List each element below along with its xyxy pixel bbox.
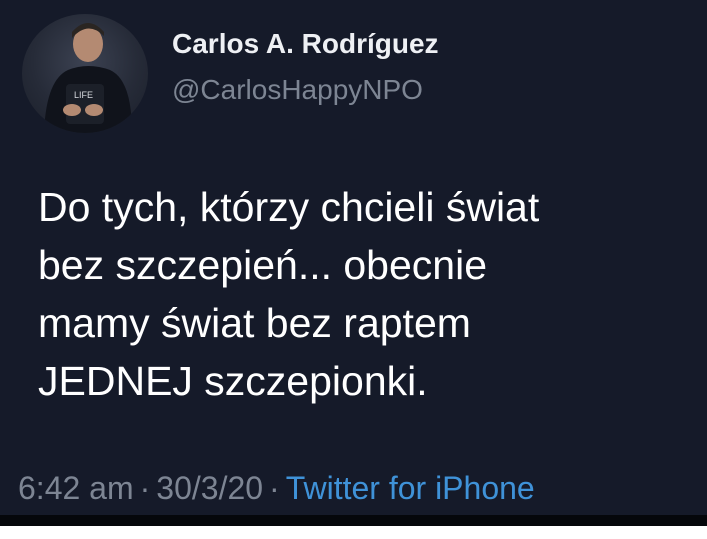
meta-separator: · [139, 470, 151, 506]
tweet-date[interactable]: 30/3/20 [156, 470, 263, 506]
tweet-text-line: bez szczepień... obecnie [38, 242, 487, 288]
author-handle[interactable]: @CarlosHappyNPO [172, 74, 423, 106]
author-display-name[interactable]: Carlos A. Rodríguez [172, 28, 439, 60]
tweet-text-line: mamy świat bez raptem [38, 300, 471, 346]
bottom-divider [0, 515, 707, 526]
tweet-text: Do tych, którzy chcieli świat bez szczep… [38, 178, 678, 410]
meta-separator: · [269, 470, 280, 506]
tweet-source-link[interactable]: Twitter for iPhone [286, 470, 535, 506]
avatar[interactable]: LIFE [22, 14, 148, 133]
avatar-photo: LIFE [44, 23, 132, 133]
tweet-metadata: 6:42 am · 30/3/20 · Twitter for iPhone [18, 470, 535, 507]
tweet-text-line: Do tych, którzy chcieli świat [38, 184, 540, 230]
tweet-card: LIFE Carlos A. Rodríguez @CarlosHappyNPO… [0, 0, 707, 526]
svg-text:LIFE: LIFE [74, 90, 93, 100]
tweet-text-line: JEDNEJ szczepionki. [38, 358, 428, 404]
tweet-time[interactable]: 6:42 am [18, 470, 134, 506]
